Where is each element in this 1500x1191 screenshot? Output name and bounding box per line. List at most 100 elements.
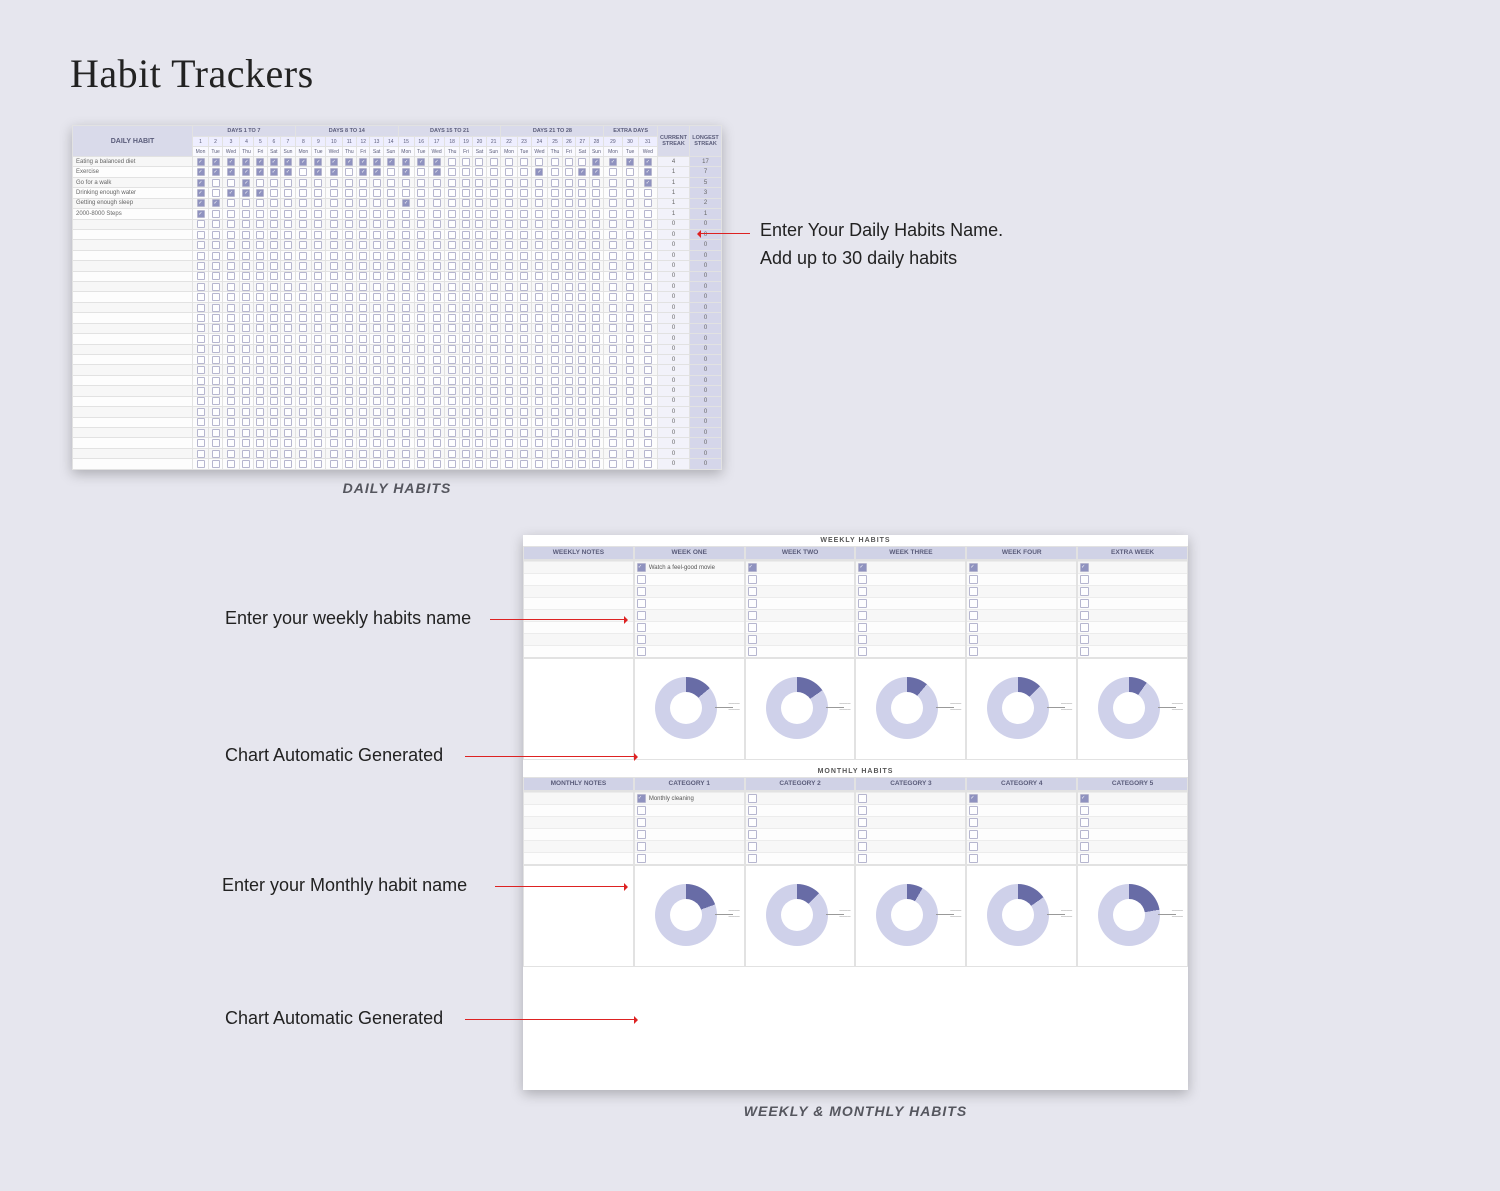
habit-day-cell[interactable] (486, 219, 501, 229)
checkbox-icon[interactable] (462, 439, 470, 447)
habit-day-cell[interactable] (548, 427, 562, 437)
habit-day-cell[interactable] (370, 250, 383, 260)
habit-day-cell[interactable] (209, 375, 223, 385)
checkbox-icon[interactable] (359, 429, 367, 437)
checkbox-icon[interactable] (448, 199, 456, 207)
habit-row[interactable] (856, 597, 965, 609)
habit-day-cell[interactable] (223, 219, 240, 229)
habit-day-cell[interactable] (622, 344, 638, 354)
habit-day-cell[interactable] (383, 271, 398, 281)
habit-day-cell[interactable] (254, 198, 267, 208)
habit-day-cell[interactable] (622, 209, 638, 219)
habit-day-cell[interactable] (473, 417, 486, 427)
habit-day-cell[interactable] (193, 459, 209, 470)
habit-row[interactable] (967, 840, 1076, 852)
habit-day-cell[interactable] (531, 209, 548, 219)
habit-row[interactable] (746, 840, 855, 852)
checkbox-icon[interactable] (551, 450, 559, 458)
habit-day-cell[interactable] (562, 177, 575, 187)
checkbox-icon[interactable] (462, 408, 470, 416)
checkbox-icon[interactable] (551, 366, 559, 374)
habit-name-cell[interactable] (73, 459, 193, 470)
habit-day-cell[interactable] (357, 355, 370, 365)
habit-day-cell[interactable] (239, 459, 253, 470)
checkbox-icon[interactable] (644, 220, 652, 228)
checkbox-icon[interactable] (330, 199, 338, 207)
habit-day-cell[interactable] (445, 302, 459, 312)
habit-day-cell[interactable] (325, 292, 342, 302)
habit-day-cell[interactable] (193, 188, 209, 198)
habit-day-cell[interactable] (473, 250, 486, 260)
checkbox-icon[interactable] (373, 168, 381, 176)
habit-day-cell[interactable] (562, 157, 575, 167)
checkbox-icon[interactable] (535, 366, 543, 374)
checkbox-icon[interactable] (578, 418, 586, 426)
habit-day-cell[interactable] (445, 396, 459, 406)
checkbox-icon[interactable] (626, 450, 634, 458)
habit-day-cell[interactable] (325, 198, 342, 208)
checkbox-icon[interactable] (284, 231, 292, 239)
checkbox-icon[interactable] (475, 387, 483, 395)
habit-day-cell[interactable] (281, 396, 296, 406)
habit-day-cell[interactable] (267, 198, 280, 208)
habit-day-cell[interactable] (428, 386, 445, 396)
habit-day-cell[interactable] (370, 198, 383, 208)
habit-day-cell[interactable] (445, 157, 459, 167)
checkbox-icon[interactable] (284, 241, 292, 249)
habit-day-cell[interactable] (239, 292, 253, 302)
habit-day-cell[interactable] (622, 177, 638, 187)
habit-day-cell[interactable] (548, 177, 562, 187)
habit-day-cell[interactable] (589, 334, 604, 344)
habit-day-cell[interactable] (562, 282, 575, 292)
habit-day-cell[interactable] (445, 292, 459, 302)
checkbox-icon[interactable] (565, 314, 573, 322)
checkbox-icon[interactable] (433, 158, 441, 166)
habit-row[interactable] (1078, 609, 1187, 621)
checkbox-icon[interactable] (284, 158, 292, 166)
checkbox-icon[interactable] (256, 324, 264, 332)
checkbox-icon[interactable] (644, 168, 652, 176)
checkbox-icon[interactable] (417, 283, 425, 291)
habit-day-cell[interactable] (501, 240, 517, 250)
habit-day-cell[interactable] (398, 438, 414, 448)
habit-day-cell[interactable] (209, 198, 223, 208)
habit-day-cell[interactable] (589, 209, 604, 219)
checkbox-icon[interactable] (387, 460, 395, 468)
checkbox-icon[interactable] (520, 262, 528, 270)
checkbox-icon[interactable] (505, 460, 513, 468)
checkbox-icon[interactable] (227, 199, 235, 207)
checkbox-icon[interactable] (535, 387, 543, 395)
checkbox-icon[interactable] (462, 189, 470, 197)
checkbox-icon[interactable] (197, 220, 205, 228)
habit-day-cell[interactable] (383, 302, 398, 312)
habit-day-cell[interactable] (383, 177, 398, 187)
habit-day-cell[interactable] (459, 355, 472, 365)
checkbox-icon[interactable] (373, 179, 381, 187)
checkbox-icon[interactable] (373, 262, 381, 270)
habit-day-cell[interactable] (295, 427, 311, 437)
habit-day-cell[interactable] (398, 396, 414, 406)
checkbox-icon[interactable] (551, 314, 559, 322)
habit-day-cell[interactable] (459, 396, 472, 406)
habit-day-cell[interactable] (311, 344, 325, 354)
habit-day-cell[interactable] (473, 157, 486, 167)
habit-day-cell[interactable] (576, 323, 589, 333)
habit-row[interactable] (856, 561, 965, 573)
habit-day-cell[interactable] (295, 240, 311, 250)
checkbox-icon[interactable] (520, 460, 528, 468)
checkbox-icon[interactable] (256, 199, 264, 207)
habit-row[interactable] (967, 645, 1076, 657)
checkbox-icon[interactable] (345, 220, 353, 228)
checkbox-icon[interactable] (373, 397, 381, 405)
checkbox-icon[interactable] (578, 220, 586, 228)
habit-row[interactable] (967, 816, 1076, 828)
habit-day-cell[interactable] (267, 417, 280, 427)
checkbox-icon[interactable] (609, 283, 617, 291)
habit-day-cell[interactable] (383, 313, 398, 323)
checkbox-icon[interactable] (345, 345, 353, 353)
habit-day-cell[interactable] (486, 198, 501, 208)
checkbox-icon[interactable] (359, 335, 367, 343)
checkbox-icon[interactable] (212, 231, 220, 239)
habit-day-cell[interactable] (638, 229, 657, 239)
checkbox-icon[interactable] (748, 635, 757, 644)
